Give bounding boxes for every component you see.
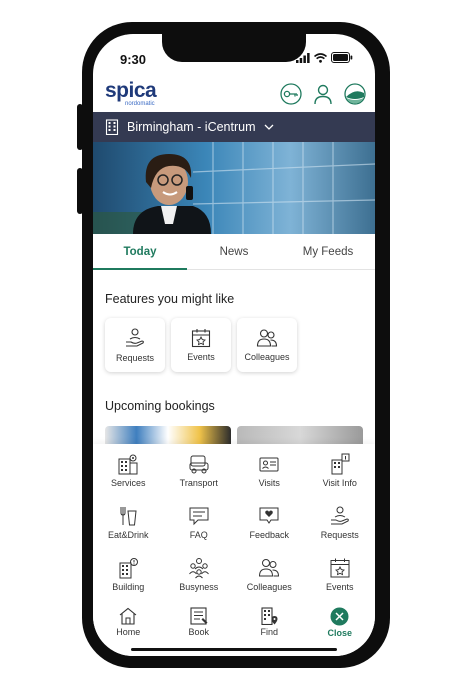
tab-today[interactable]: Today (93, 234, 187, 270)
building-gear-icon (118, 454, 138, 474)
menu-item-colleagues[interactable]: Colleagues (234, 548, 305, 600)
feature-card-colleagues[interactable]: Colleagues (237, 318, 297, 372)
key-button[interactable] (279, 82, 303, 106)
phone-screen: 9:30 spica nordomatic Birmingham - iCent… (93, 34, 375, 656)
battery-icon (331, 52, 353, 63)
building-alert-icon (119, 557, 139, 578)
menu-item-services[interactable]: Services (93, 444, 164, 496)
key-icon (280, 83, 302, 105)
nav-home[interactable]: Home (93, 602, 164, 642)
building-pin-icon (261, 607, 278, 625)
user-icon (314, 84, 332, 105)
tab-news[interactable]: News (187, 234, 281, 269)
close-circle-icon (330, 607, 349, 625)
nav-label: Find (260, 627, 278, 637)
menu-item-visits[interactable]: Visits (234, 444, 305, 496)
people-icon (259, 558, 280, 576)
logo-subtext: nordomatic (125, 101, 155, 107)
chevron-down-icon (264, 124, 273, 130)
feature-card-requests[interactable]: Requests (105, 318, 165, 372)
menu-item-faq[interactable]: FAQ (164, 496, 235, 548)
status-time: 9:30 (120, 52, 147, 67)
menu-item-building[interactable]: Building (93, 548, 164, 600)
content-tabs: Today News My Feeds (93, 234, 375, 270)
profile-button[interactable] (311, 82, 335, 106)
home-indicator[interactable] (131, 648, 337, 651)
booking-card-image[interactable] (237, 426, 363, 444)
nav-find[interactable]: Find (234, 602, 305, 642)
people-icon (256, 329, 278, 347)
features-list: Requests Events Colleagues (105, 318, 297, 372)
nav-label: Home (116, 627, 141, 637)
status-icons (296, 52, 353, 63)
nav-label: Close (327, 627, 352, 638)
menu-item-label: Feedback (249, 529, 290, 540)
hand-person-icon (330, 506, 349, 524)
building-info-icon (331, 453, 350, 474)
wifi-icon (314, 52, 327, 63)
feature-card-events[interactable]: Events (171, 318, 231, 372)
nav-book[interactable]: Book (164, 602, 235, 642)
bookings-strip (105, 426, 375, 444)
id-card-icon (259, 457, 279, 471)
menu-item-label: Busyness (179, 581, 219, 592)
nav-close[interactable]: Close (305, 602, 376, 642)
menu-item-label: Services (110, 477, 146, 488)
building-avatar-button[interactable] (343, 82, 367, 106)
feature-label: Colleagues (244, 352, 290, 362)
menu-grid: Services Transport Visits Visit Info Eat… (93, 444, 375, 600)
app-header: spica nordomatic (93, 80, 375, 112)
hand-person-icon (126, 328, 144, 347)
menu-item-events[interactable]: Events (305, 548, 376, 600)
menu-item-label: Eat&Drink (107, 529, 149, 540)
menu-item-visit-info[interactable]: Visit Info (305, 444, 376, 496)
hero-image (93, 142, 375, 234)
menu-item-label: Transport (179, 477, 218, 488)
chat-heart-icon (259, 507, 279, 524)
menu-item-label: Requests (320, 529, 359, 540)
booking-card-image[interactable] (105, 426, 231, 444)
features-title: Features you might like (105, 292, 235, 306)
nav-label: Book (188, 627, 209, 637)
quick-menu: Services Transport Visits Visit Info Eat… (93, 444, 375, 656)
hero-photo-illustration (93, 142, 375, 234)
spica-logo[interactable]: spica nordomatic (105, 79, 157, 107)
menu-item-label: Building (112, 581, 145, 592)
building-icon (105, 119, 119, 135)
car-icon (189, 455, 209, 473)
location-label: Birmingham - iCentrum (127, 120, 256, 134)
location-selector[interactable]: Birmingham - iCentrum (93, 112, 375, 142)
menu-item-busyness[interactable]: Busyness (164, 548, 235, 600)
bookings-title: Upcoming bookings (105, 399, 215, 413)
menu-item-label: Events (325, 581, 354, 592)
chat-lines-icon (189, 507, 209, 525)
menu-item-feedback[interactable]: Feedback (234, 496, 305, 548)
calendar-star-icon (191, 329, 211, 348)
feature-label: Requests (115, 353, 155, 363)
menu-item-label: FAQ (189, 529, 208, 540)
cutlery-cup-icon (120, 506, 137, 525)
menu-item-label: Visit Info (322, 477, 357, 488)
header-icons (279, 82, 367, 106)
menu-item-label: Colleagues (246, 581, 292, 592)
feature-label: Events (187, 352, 215, 362)
home-icon (119, 607, 137, 625)
logo-text: spica (105, 79, 157, 102)
bottom-navigation: Home Book Find Close (93, 602, 375, 642)
building-avatar-icon (344, 83, 366, 105)
menu-item-eat-drink[interactable]: Eat&Drink (93, 496, 164, 548)
calendar-star-icon (330, 558, 350, 577)
book-icon (190, 607, 208, 625)
notch (162, 32, 306, 62)
crowd-icon (188, 557, 209, 578)
menu-item-requests[interactable]: Requests (305, 496, 376, 548)
tab-my-feeds[interactable]: My Feeds (281, 234, 375, 269)
menu-item-label: Visits (258, 477, 280, 488)
menu-item-transport[interactable]: Transport (164, 444, 235, 496)
